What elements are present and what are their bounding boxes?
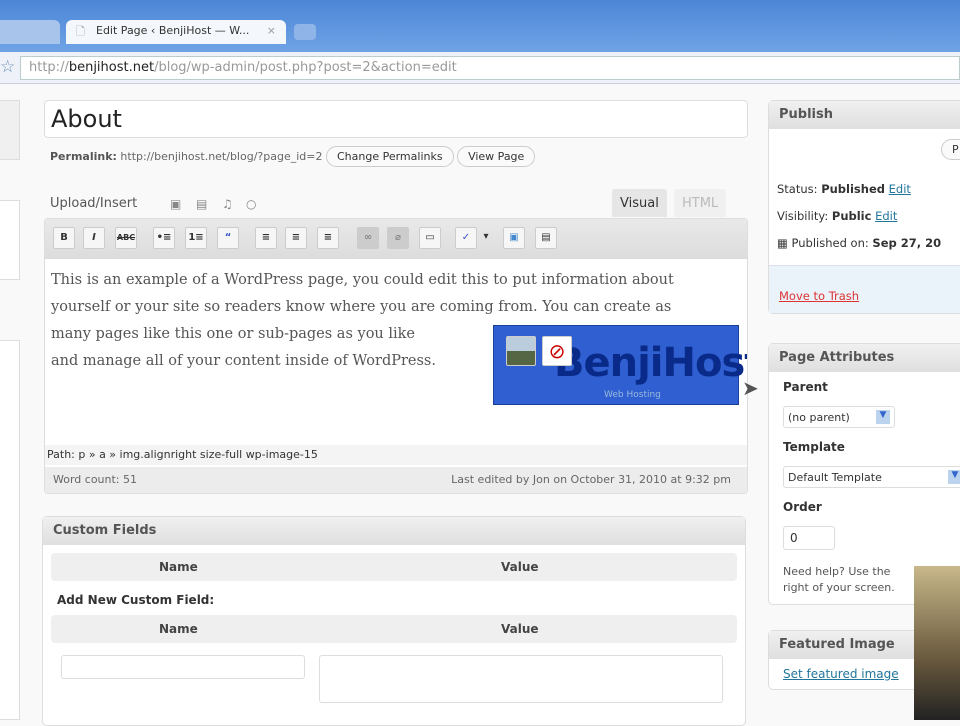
tab-visual[interactable]: Visual xyxy=(612,189,667,217)
publish-title[interactable]: Publish xyxy=(769,101,960,129)
italic-button[interactable]: I xyxy=(83,227,105,249)
publish-box: Publish P Status: Published Edit Visibil… xyxy=(768,100,960,314)
admin-sidebar-edge xyxy=(0,90,22,720)
change-permalinks-button[interactable]: Change Permalinks xyxy=(325,146,454,167)
published-on-label: Published on: xyxy=(791,236,869,250)
logo-text: BenjiHost xyxy=(554,340,748,386)
post-title-input[interactable]: About xyxy=(44,100,748,138)
template-label: Template xyxy=(783,440,845,454)
spellcheck-button[interactable]: ✓ xyxy=(455,227,477,249)
new-field-header: Name Value xyxy=(51,615,737,643)
webcam-overlay xyxy=(914,566,960,720)
fullscreen-button[interactable]: ▣ xyxy=(503,227,525,249)
visibility-value: Public xyxy=(831,209,872,223)
tab-html[interactable]: HTML xyxy=(674,189,727,217)
order-label: Order xyxy=(783,500,822,514)
delete-image-icon[interactable]: ⊘ xyxy=(542,336,572,366)
browser-tabstrip: 🗋 Edit Page ‹ BenjiHost — W... × xyxy=(0,0,960,52)
mouse-cursor-icon: ➤ xyxy=(742,376,759,400)
close-tab-icon[interactable]: × xyxy=(267,24,276,37)
tab-title: Edit Page ‹ BenjiHost — W... xyxy=(96,24,250,37)
parent-label: Parent xyxy=(783,380,828,394)
benjihost-logo-image[interactable]: BenjiHost Web Hosting ⊘ xyxy=(493,325,747,405)
numbered-list-button[interactable]: 1≡ xyxy=(185,227,207,249)
word-count: Word count: 51 xyxy=(53,473,138,486)
help-text: Need help? Use the xyxy=(783,565,891,578)
edit-status-link[interactable]: Edit xyxy=(889,182,911,196)
custom-fields-box: Custom Fields Name Value Add New Custom … xyxy=(42,516,746,726)
permalink-url: http://benjihost.net/blog/?page_id=2 xyxy=(120,150,323,163)
chevron-down-icon: ▼ xyxy=(948,470,960,484)
move-to-trash-link[interactable]: Move to Trash xyxy=(779,289,859,303)
insert-link-button[interactable]: ∞ xyxy=(357,227,379,249)
add-audio-icon[interactable]: ♫ xyxy=(222,197,233,211)
custom-field-value-textarea[interactable] xyxy=(319,655,723,703)
unlink-button[interactable]: ⌀ xyxy=(387,227,409,249)
editor-status-bar: Word count: 51 Last edited by Jon on Oct… xyxy=(45,467,747,493)
sidebar-menu-box[interactable] xyxy=(0,200,20,280)
url-path: /blog/wp-admin/post.php?post=2&action=ed… xyxy=(154,60,457,75)
insert-more-button[interactable]: ▭ xyxy=(419,227,441,249)
status-label: Status: xyxy=(777,182,818,196)
add-media-icon[interactable]: ○ xyxy=(246,197,256,211)
view-page-button[interactable]: View Page xyxy=(457,146,536,167)
bookmark-star-icon[interactable]: ☆ xyxy=(0,57,15,77)
strikethrough-button[interactable]: ABC xyxy=(115,227,137,249)
template-select[interactable]: Default Template ▼ xyxy=(783,466,960,488)
preview-button[interactable]: P xyxy=(941,139,960,160)
name-header: Name xyxy=(159,560,198,574)
custom-fields-header: Name Value xyxy=(51,553,737,581)
align-left-button[interactable]: ≡ xyxy=(255,227,277,249)
edit-image-icon[interactable] xyxy=(506,336,536,366)
blockquote-button[interactable]: “ xyxy=(217,227,239,249)
browser-tab-inactive[interactable] xyxy=(0,20,60,44)
published-on-value: Sep 27, 20 xyxy=(872,236,942,250)
add-new-custom-field-label: Add New Custom Field: xyxy=(57,593,215,607)
status-value: Published xyxy=(821,182,885,196)
logo-subtext: Web Hosting xyxy=(604,390,661,400)
parent-value: (no parent) xyxy=(788,411,850,424)
set-featured-image-link[interactable]: Set featured image xyxy=(783,667,899,681)
editor-path: Path: p » a » img.alignright size-full w… xyxy=(45,445,747,465)
permalink-row: Permalink: http://benjihost.net/blog/?pa… xyxy=(50,146,536,167)
name-header: Name xyxy=(159,622,198,636)
permalink-label: Permalink: xyxy=(50,150,117,163)
sidebar-menu-box[interactable] xyxy=(0,100,20,160)
sidebar-menu-box[interactable] xyxy=(0,340,20,720)
last-edited: Last edited by Jon on October 31, 2010 a… xyxy=(451,473,731,486)
kitchen-sink-button[interactable]: ▤ xyxy=(535,227,557,249)
custom-field-name-input[interactable] xyxy=(61,655,305,679)
url-domain: benjihost.net xyxy=(68,60,155,75)
value-header: Value xyxy=(501,560,539,574)
page-attributes-title[interactable]: Page Attributes xyxy=(769,344,960,372)
page-icon: 🗋 xyxy=(76,25,85,38)
spellcheck-dropdown[interactable]: ▾ xyxy=(479,227,493,249)
content-line: yourself or your site so readers know wh… xyxy=(51,299,672,315)
template-value: Default Template xyxy=(788,471,882,484)
chevron-down-icon: ▼ xyxy=(876,410,890,424)
parent-select[interactable]: (no parent) ▼ xyxy=(783,406,895,428)
add-image-icon[interactable]: ▣ xyxy=(170,197,181,211)
calendar-icon: ▦ xyxy=(777,236,788,250)
help-text: right of your screen. xyxy=(783,581,895,594)
upload-insert-label: Upload/Insert xyxy=(50,196,138,211)
content-line: This is an example of a WordPress page, … xyxy=(51,272,674,288)
new-tab-button[interactable] xyxy=(294,24,316,40)
value-header: Value xyxy=(501,622,539,636)
align-right-button[interactable]: ≡ xyxy=(317,227,339,249)
editor-toolbar: B I ABC •≡ 1≡ “ ≡ ≡ ≡ ∞ ⌀ ▭ ✓ ▾ ▣ ▤ xyxy=(45,219,747,259)
edit-visibility-link[interactable]: Edit xyxy=(875,209,897,223)
visibility-label: Visibility: xyxy=(777,209,829,223)
address-bar-area: ☆ http://benjihost.net/blog/wp-admin/pos… xyxy=(0,52,960,84)
add-video-icon[interactable]: ▤ xyxy=(196,197,207,211)
bullet-list-button[interactable]: •≡ xyxy=(153,227,175,249)
order-input[interactable]: 0 xyxy=(783,526,835,550)
align-center-button[interactable]: ≡ xyxy=(285,227,307,249)
url-input[interactable]: http://benjihost.net/blog/wp-admin/post.… xyxy=(20,56,960,80)
content-editor: B I ABC •≡ 1≡ “ ≡ ≡ ≡ ∞ ⌀ ▭ ✓ ▾ ▣ ▤ This… xyxy=(44,218,748,494)
url-prefix: http:// xyxy=(29,60,69,75)
custom-fields-title[interactable]: Custom Fields xyxy=(43,517,745,545)
bold-button[interactable]: B xyxy=(53,227,75,249)
browser-tab-active[interactable]: 🗋 Edit Page ‹ BenjiHost — W... × xyxy=(66,20,286,44)
